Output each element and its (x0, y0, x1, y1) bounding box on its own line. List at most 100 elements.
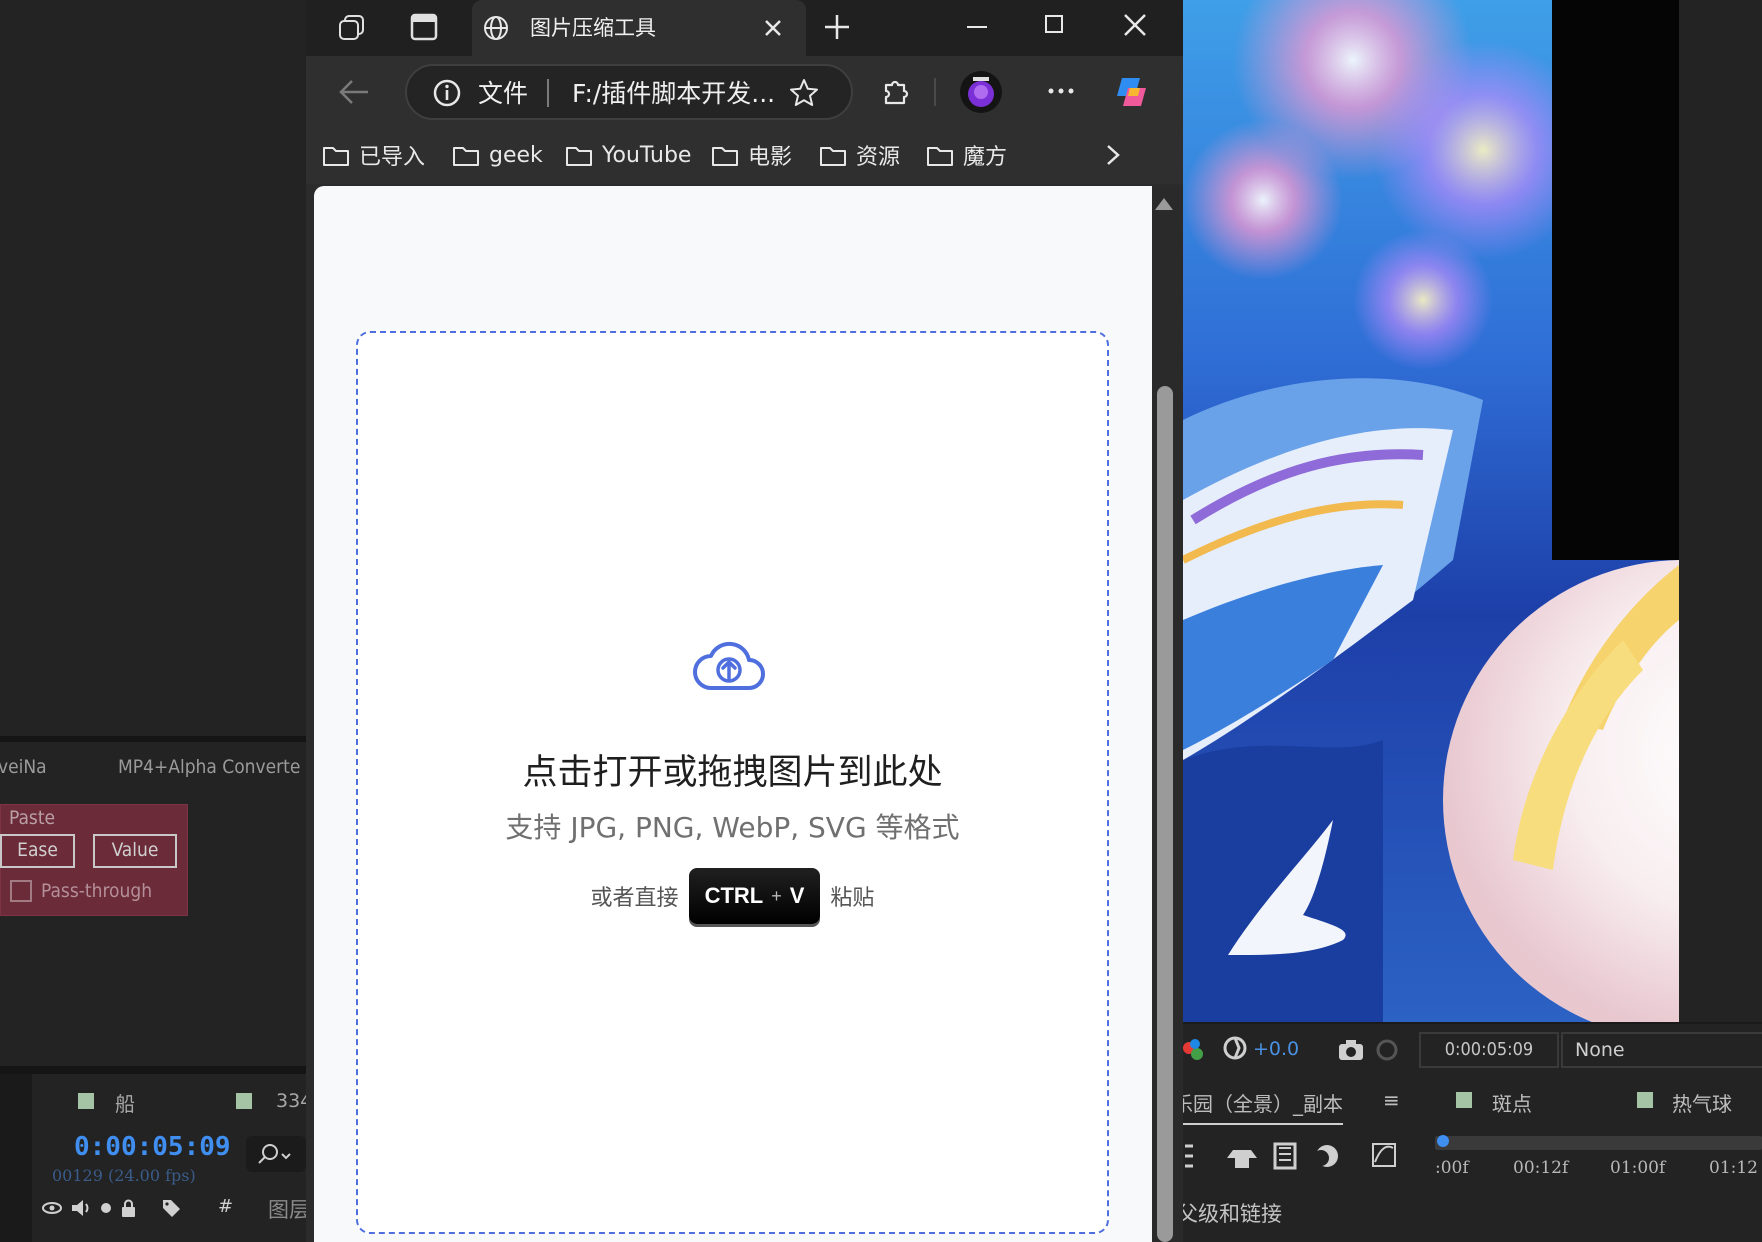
tab-title: 图片压缩工具 (530, 16, 656, 40)
current-timecode[interactable]: 0:00:05:09 (74, 1132, 231, 1162)
minimize-icon[interactable] (962, 12, 992, 42)
value-button[interactable]: Value (93, 834, 177, 868)
supported-formats-text: 支持 JPG, PNG, WebP, SVG 等格式 (505, 811, 960, 844)
paste-hint-suffix: 粘贴 (830, 886, 875, 911)
scrollbar-thumb[interactable] (1157, 386, 1173, 1242)
exposure-icon[interactable] (1221, 1034, 1251, 1064)
favorite-folder-cube[interactable]: 魔方 (926, 138, 1007, 172)
workspaces-icon[interactable] (335, 10, 371, 46)
chevron-right-icon[interactable] (1101, 142, 1125, 168)
new-tab-icon[interactable] (822, 12, 852, 42)
close-window-icon[interactable] (1118, 8, 1152, 42)
layer-search-field[interactable] (246, 1136, 306, 1172)
show-snapshot-icon[interactable] (1373, 1036, 1403, 1062)
info-icon[interactable] (431, 77, 463, 109)
timeline-comp-tabs: 乐园（全景）_副本 ≡ 斑点 热气球 (1173, 1078, 1762, 1128)
lock-icon[interactable] (122, 1199, 135, 1218)
ae-empty-panel (0, 0, 306, 736)
ae-tab-mp4-alpha[interactable]: MP4+Alpha Converte (118, 756, 300, 778)
label-color-swatch (236, 1093, 252, 1109)
ae-panel-tabs: veiNa MP4+Alpha Converte (0, 742, 306, 792)
kbd-v: V (789, 883, 805, 908)
viewer-toolbar: +0.0 0:00:05:09 None (1183, 1022, 1762, 1078)
work-area-bar[interactable] (1435, 1136, 1762, 1150)
playhead-start-handle[interactable] (1437, 1135, 1449, 1147)
favorite-label: YouTube (602, 142, 692, 168)
favorite-folder-imported[interactable]: 已导入 (322, 138, 425, 172)
solo-icon[interactable] (101, 1203, 111, 1213)
folder-icon (323, 147, 349, 166)
favorite-label: 资源 (856, 145, 901, 170)
favorite-folder-movies[interactable]: 电影 (711, 138, 792, 172)
frame-blending-icon[interactable] (1273, 1142, 1297, 1170)
copilot-icon[interactable] (1110, 70, 1154, 114)
site-scheme-label[interactable]: 文件 (478, 74, 528, 110)
folder-icon (566, 147, 592, 166)
parent-link-column: 父级和链接 (1177, 1202, 1282, 1226)
extensions-puzzle-icon[interactable] (877, 74, 913, 110)
ruler-tick-label: 01:00f (1610, 1158, 1666, 1178)
comp-tab-paradise[interactable]: 乐园（全景）_副本 (1173, 1088, 1343, 1125)
timeline-left-strip (0, 1074, 32, 1242)
viewer-timecode[interactable]: 0:00:05:09 (1419, 1032, 1559, 1068)
cloud-upload-icon (693, 641, 765, 690)
eye-icon[interactable] (42, 1202, 62, 1214)
ae-tab-left[interactable]: veiNa (0, 756, 47, 778)
folder-icon (927, 147, 953, 166)
maximize-icon[interactable] (1040, 10, 1070, 40)
search-icon (258, 1144, 291, 1164)
favorite-label: 魔方 (963, 145, 1008, 170)
paste-hint: 或者直接 CTRL + V 粘贴 (356, 868, 1109, 924)
cruise-ship-fireworks-artwork (1183, 0, 1679, 1022)
comp-tab-balloon[interactable]: 热气球 (1672, 1088, 1732, 1117)
tag-icon[interactable] (163, 1200, 180, 1217)
layer-name-column: 图层 (268, 1198, 310, 1222)
globe-icon (484, 16, 508, 40)
timeline-header-row: 父级和链接 (1177, 1184, 1762, 1242)
paste-label: Paste (9, 807, 56, 829)
comp-tab-menu-icon[interactable]: ≡ (1383, 1088, 1400, 1112)
graph-flow-icon[interactable] (1185, 1144, 1193, 1168)
drop-zone-title: 点击打开或拖拽图片到此处 (522, 753, 943, 793)
url-text[interactable]: F:/插件脚本开发... (572, 74, 775, 110)
toolbar-divider (934, 78, 936, 106)
passthrough-checkbox[interactable] (10, 880, 32, 902)
favorite-star-icon[interactable] (788, 77, 820, 109)
kbd-ctrl: CTRL (704, 883, 764, 908)
label-color-swatch (1456, 1092, 1472, 1108)
paste-hint-prefix: 或者直接 (590, 886, 679, 911)
scroll-up-arrow-icon[interactable] (1155, 198, 1173, 210)
profile-avatar[interactable] (959, 70, 1003, 114)
kbd-plus: + (771, 885, 782, 906)
favorite-folder-resources[interactable]: 资源 (819, 138, 900, 172)
favorite-label: geek (489, 142, 543, 168)
favorite-folder-geek[interactable]: geek (452, 138, 543, 172)
comp-tab-spots[interactable]: 斑点 (1492, 1088, 1532, 1117)
panel-divider (0, 1066, 306, 1074)
passthrough-label: Pass-through (41, 880, 153, 902)
timeline-tab-ship[interactable]: 船 (115, 1088, 135, 1117)
draft-3d-icon[interactable] (1227, 1150, 1257, 1168)
viewer-side-strip (1679, 0, 1762, 1022)
ruler-tick-label: 00:12f (1513, 1158, 1569, 1178)
more-menu-icon[interactable] (1046, 84, 1076, 98)
folder-icon (820, 147, 846, 166)
ease-button[interactable]: Ease (0, 834, 75, 868)
folder-icon (712, 147, 738, 166)
ruler-tick-label: :00f (1435, 1158, 1469, 1178)
graph-editor-icon[interactable] (1372, 1143, 1396, 1167)
vertical-tabs-icon[interactable] (409, 12, 439, 42)
composition-artwork (1183, 0, 1679, 1022)
view-options-select[interactable]: None (1561, 1032, 1762, 1068)
frame-count: 00129 (24.00 fps) (52, 1166, 196, 1185)
motion-blur-icon[interactable] (1313, 1145, 1338, 1167)
speaker-icon[interactable] (72, 1200, 89, 1216)
exposure-value[interactable]: +0.0 (1253, 1038, 1299, 1060)
layer-switch-icons (40, 1196, 210, 1220)
omnibox-divider (547, 79, 549, 107)
close-tab-icon[interactable] (761, 16, 785, 40)
back-arrow-icon[interactable] (336, 74, 372, 110)
favorite-folder-youtube[interactable]: YouTube (565, 138, 691, 172)
snapshot-camera-icon[interactable] (1337, 1038, 1367, 1064)
label-color-swatch (78, 1093, 94, 1109)
